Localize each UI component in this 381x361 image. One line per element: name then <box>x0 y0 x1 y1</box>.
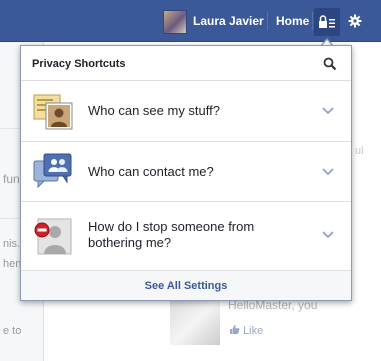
feed-text-fragment: e to <box>3 325 22 337</box>
chevron-down-icon <box>322 107 334 115</box>
nav-divider <box>267 12 268 30</box>
privacy-shortcuts-panel: Privacy Shortcuts Who can see my stuff? <box>20 45 352 301</box>
panel-footer: See All Settings <box>21 271 351 300</box>
privacy-shortcut-see-stuff[interactable]: Who can see my stuff? <box>21 81 351 142</box>
panel-title: Privacy Shortcuts <box>32 58 126 70</box>
panel-header: Privacy Shortcuts <box>21 46 351 81</box>
gear-icon <box>348 14 362 28</box>
feed-text-fragment: hen <box>3 258 22 270</box>
settings-gear-button[interactable] <box>346 12 364 30</box>
block-user-icon <box>34 218 72 255</box>
lock-menu-icon <box>319 15 335 28</box>
privacy-shortcut-label: Who can see my stuff? <box>88 103 220 118</box>
see-all-settings-link[interactable]: See All Settings <box>21 280 351 292</box>
feed-text-fragment: nis. <box>3 238 21 250</box>
privacy-shortcut-contact[interactable]: Who can contact me? <box>21 142 351 202</box>
feed-photo-thumbnail[interactable] <box>170 300 220 345</box>
privacy-shortcut-label: How do I stop someone from bothering me? <box>88 219 255 250</box>
like-link[interactable]: Like <box>229 324 263 337</box>
like-label: Like <box>243 325 264 337</box>
feed-text-fragment: fun <box>3 172 20 186</box>
home-link[interactable]: Home <box>276 14 309 28</box>
chevron-down-icon <box>322 168 334 176</box>
chevron-down-icon <box>322 231 334 239</box>
search-icon[interactable] <box>323 57 337 71</box>
privacy-shortcut-block[interactable]: How do I stop someone from bothering me? <box>21 202 351 271</box>
avatar[interactable] <box>163 10 187 34</box>
nav-divider <box>312 12 313 30</box>
thumbs-up-icon <box>230 325 240 334</box>
contact-people-icon <box>33 153 72 189</box>
privacy-shortcut-label: Who can contact me? <box>88 164 214 179</box>
profile-name-link[interactable]: Laura Javier <box>193 14 264 28</box>
feed-text-fragment: ul <box>355 145 364 157</box>
privacy-shortcuts-button[interactable] <box>314 8 340 36</box>
privacy-lock-photo-icon <box>33 94 73 130</box>
top-bar: Laura Javier Home <box>0 0 381 42</box>
